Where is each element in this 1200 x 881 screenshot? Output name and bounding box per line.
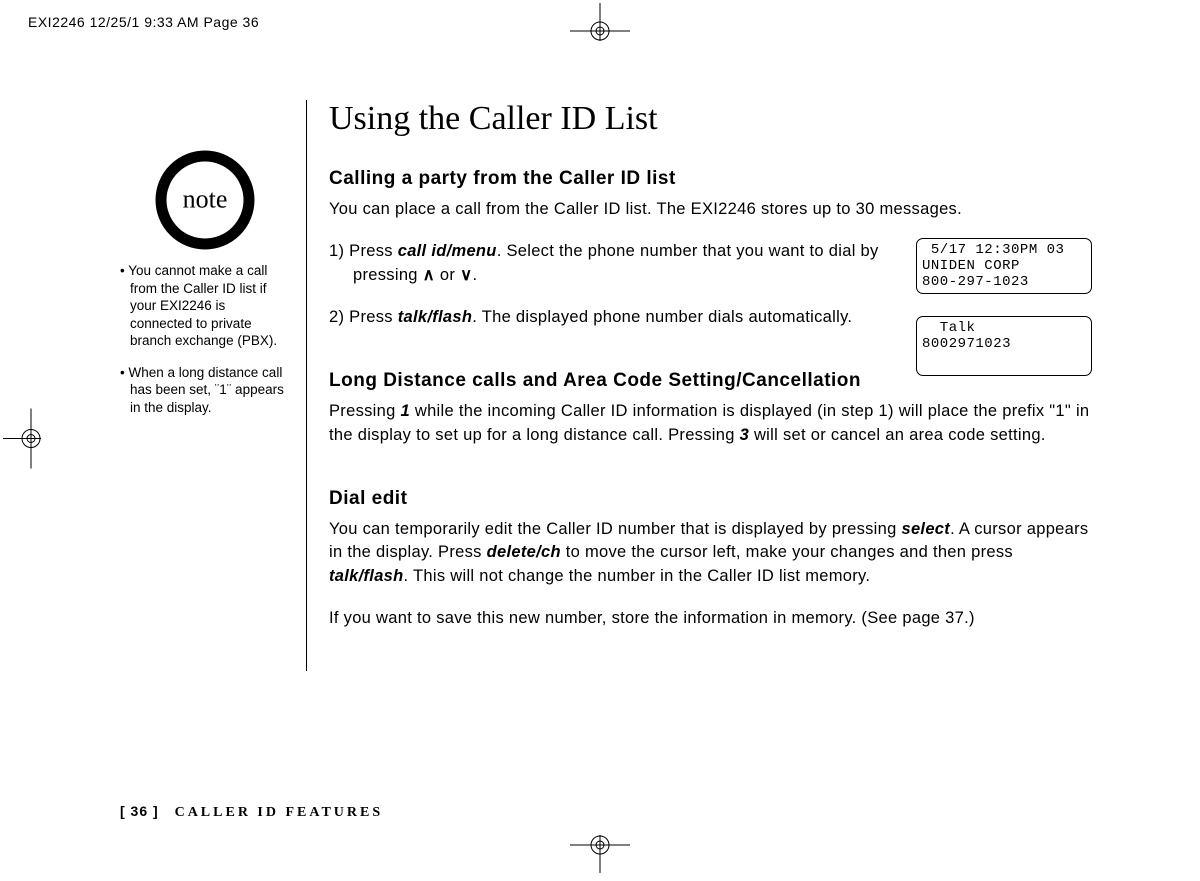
step-2: 2) Press talk/flash. The displayed phone… <box>329 306 879 330</box>
note-icon: note <box>155 150 255 250</box>
lcd-display-2: Talk 8002971023 <box>916 316 1092 376</box>
main-content: Using the Caller ID List Calling a party… <box>306 100 1096 671</box>
section-heading: Dial edit <box>329 488 1096 510</box>
step-1: 1) Press call id/menu. Select the phone … <box>329 240 879 288</box>
note-label: note <box>183 184 228 214</box>
body-text: Pressing 1 while the incoming Caller ID … <box>329 400 1096 448</box>
footer-section: CALLER ID FEATURES <box>175 805 384 820</box>
body-text: You can place a call from the Caller ID … <box>329 198 1096 222</box>
page-title: Using the Caller ID List <box>329 100 1096 138</box>
crop-mark-top <box>570 3 630 46</box>
crop-mark-left <box>3 408 41 473</box>
lcd-display-1: 5/17 12:30PM 03 UNIDEN CORP 800-297-1023 <box>916 238 1092 294</box>
body-text: You can temporarily edit the Caller ID n… <box>329 518 1096 590</box>
note-item: • When a long distance call has been set… <box>120 364 290 417</box>
page-number: [ 36 ] <box>120 803 159 819</box>
print-slug: EXI2246 12/25/1 9:33 AM Page 36 <box>28 14 259 30</box>
note-item: • You cannot make a call from the Caller… <box>120 262 290 350</box>
body-text: If you want to save this new number, sto… <box>329 607 1096 631</box>
page-footer: [ 36 ] CALLER ID FEATURES <box>120 803 383 821</box>
sidebar-note: note • You cannot make a call from the C… <box>120 150 290 430</box>
section-heading: Calling a party from the Caller ID list <box>329 168 1096 190</box>
